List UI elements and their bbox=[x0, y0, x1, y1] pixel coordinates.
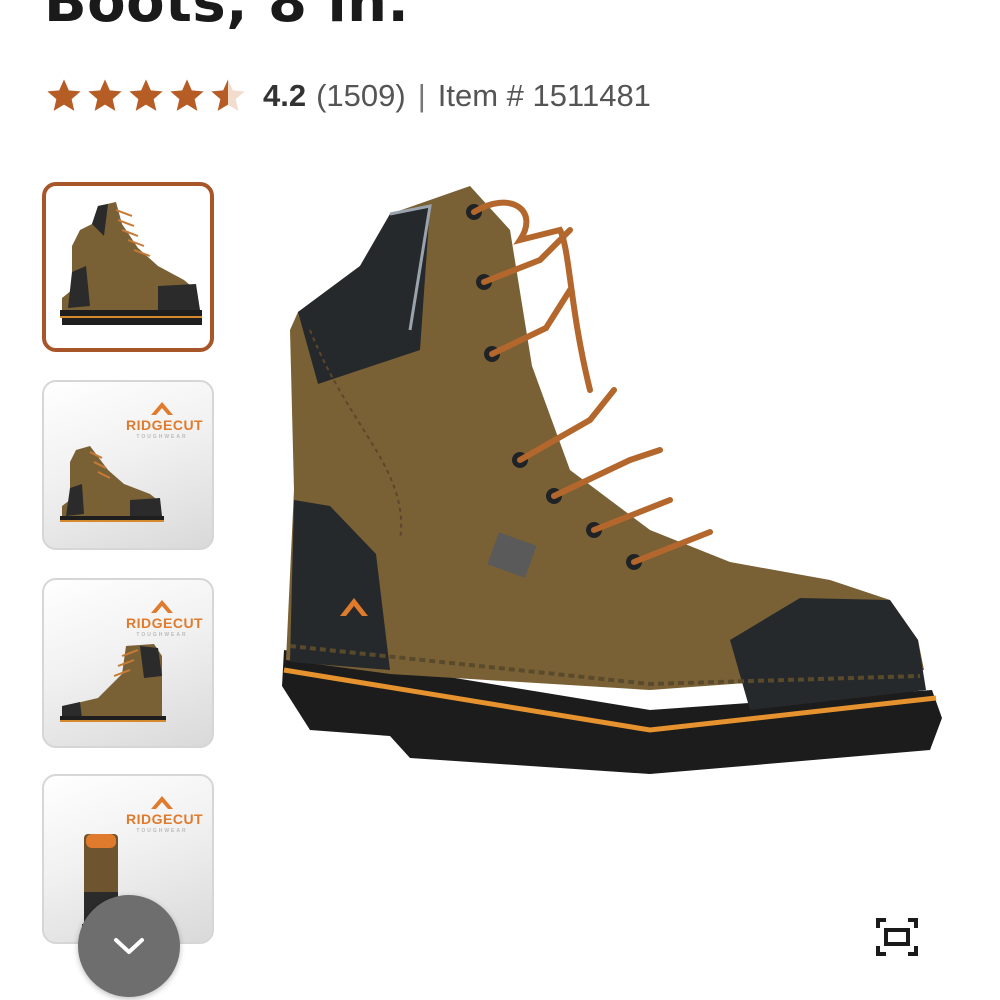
rating-row: 4.2 (1509) | Item # 1511481 bbox=[44, 74, 651, 118]
star-rating[interactable] bbox=[44, 76, 249, 116]
boot-image bbox=[60, 446, 164, 522]
ridgecut-logo-icon bbox=[151, 796, 173, 809]
main-product-image[interactable] bbox=[270, 170, 950, 800]
star-icon bbox=[170, 79, 204, 111]
brand-logo: RIDGECUT TOUGHWEAR bbox=[126, 598, 203, 638]
review-count-link[interactable]: (1509) bbox=[316, 78, 406, 114]
item-number: Item # 1511481 bbox=[437, 78, 651, 113]
star-icon bbox=[47, 79, 81, 111]
boot-image bbox=[60, 644, 166, 722]
star-icon bbox=[129, 79, 163, 111]
ridgecut-logo-icon bbox=[151, 402, 173, 415]
boot-image bbox=[60, 202, 202, 325]
fullscreen-icon[interactable] bbox=[872, 914, 922, 960]
thumbnail-2[interactable]: RIDGECUT TOUGHWEAR bbox=[42, 380, 214, 550]
product-title: Boots, 8 in. bbox=[44, 0, 410, 35]
half-star-icon bbox=[211, 79, 245, 111]
thumbnail-3[interactable]: RIDGECUT TOUGHWEAR bbox=[42, 578, 214, 748]
ridgecut-logo-icon bbox=[151, 600, 173, 613]
brand-logo: RIDGECUT TOUGHWEAR bbox=[126, 794, 203, 834]
chevron-down-icon bbox=[114, 938, 144, 954]
separator: | bbox=[417, 78, 426, 113]
thumbnail-1[interactable] bbox=[42, 182, 214, 352]
scroll-down-button[interactable] bbox=[78, 895, 180, 997]
rating-value: 4.2 bbox=[263, 78, 307, 113]
star-icon bbox=[88, 79, 122, 111]
